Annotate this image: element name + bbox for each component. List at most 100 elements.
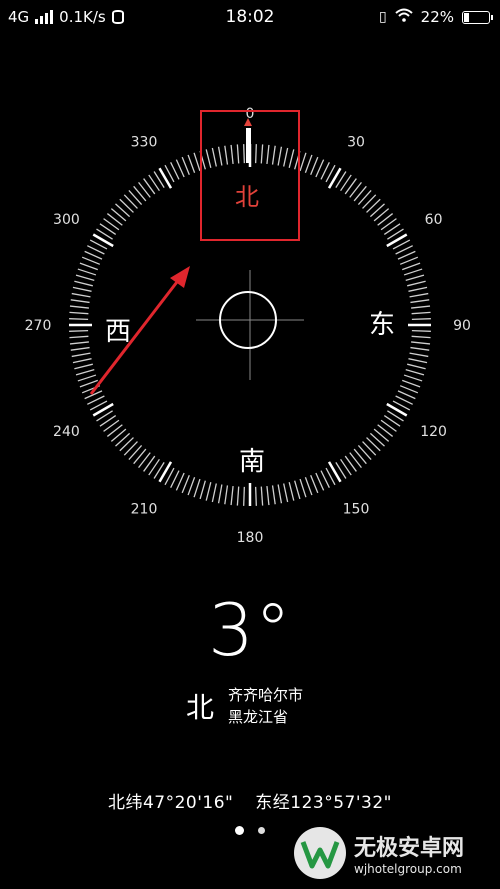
compass-tick xyxy=(399,385,419,394)
compass-tick xyxy=(288,149,295,168)
watermark-url: wjhotelgroup.com xyxy=(354,862,462,876)
compass-tick xyxy=(193,478,201,498)
compass-tick xyxy=(277,484,283,504)
compass-tick xyxy=(410,299,430,304)
compass-tick xyxy=(411,305,431,309)
heading-needle xyxy=(246,128,251,163)
compass-tick xyxy=(243,144,245,164)
compass-tick xyxy=(271,485,276,505)
compass-tick xyxy=(75,369,95,376)
degree-label: 210 xyxy=(131,502,158,518)
compass-tick xyxy=(224,485,229,505)
compass-tick xyxy=(199,480,206,500)
compass-tick xyxy=(411,330,431,332)
compass-tick xyxy=(81,256,101,265)
compass-tick xyxy=(79,262,98,271)
coordinates: 北纬47°20'16" 东经123°57'32" xyxy=(0,788,500,813)
direction-west: 西 xyxy=(105,317,131,347)
compass-tick xyxy=(405,274,425,281)
compass-tick xyxy=(408,286,428,292)
compass-tick xyxy=(181,474,190,494)
compass-tick xyxy=(294,480,301,500)
compass-tick xyxy=(92,233,114,248)
degree-label: 90 xyxy=(453,318,471,334)
level-crosshair-icon xyxy=(196,270,304,380)
compass-tick xyxy=(77,374,97,382)
battery-percent: 22% xyxy=(420,8,454,26)
status-bar: 4G 0.1K/s 18:02 ▯ 22% xyxy=(0,0,500,36)
compass-tick xyxy=(288,482,295,501)
compass-tick xyxy=(397,250,416,260)
compass-tick xyxy=(211,147,217,167)
compass-tick xyxy=(92,402,114,417)
vibrate-icon: ▯ xyxy=(378,9,387,25)
compass-tick xyxy=(158,461,173,483)
compass-tick xyxy=(79,379,98,388)
degree-label: 0 xyxy=(246,106,255,122)
compass-tick xyxy=(397,390,416,400)
degree-label: 150 xyxy=(343,502,370,518)
compass-tick xyxy=(403,374,423,382)
compass-tick xyxy=(315,472,325,491)
degree-label: 30 xyxy=(347,134,365,150)
compass-tick xyxy=(410,346,430,351)
compass-tick xyxy=(283,147,289,167)
compass-tick xyxy=(69,335,89,339)
location-info: 北 齐齐哈尔市 黑龙江省 xyxy=(186,684,303,728)
compass-tick xyxy=(299,478,307,498)
compass-dial[interactable]: 0 30 60 90 120 150 180 210 240 270 300 330 北 东 南 西 xyxy=(0,90,500,560)
compass-tick xyxy=(230,486,234,506)
compass-tick xyxy=(217,146,223,166)
compass-tick xyxy=(411,311,431,315)
compass-tick xyxy=(310,156,319,176)
compass-tick xyxy=(283,483,289,503)
compass-tick xyxy=(236,144,240,164)
compass-tick xyxy=(408,358,428,364)
compass-tick xyxy=(69,330,89,332)
compass-tick xyxy=(402,379,421,388)
compass-tick xyxy=(77,268,97,276)
compass-tick xyxy=(327,461,342,483)
direction-south: 南 xyxy=(239,447,265,477)
compass-tick xyxy=(407,363,426,370)
compass-tick xyxy=(217,484,223,504)
watermark: 无极安卓网 wjhotelgroup.com xyxy=(294,823,494,883)
compass-tick xyxy=(409,352,429,358)
location-province: 黑龙江省 xyxy=(228,708,289,726)
compass-tick xyxy=(299,152,307,172)
compass-tick xyxy=(181,156,190,176)
compass-tick xyxy=(69,318,89,320)
compass-tick xyxy=(187,154,196,173)
compass-tick xyxy=(304,154,313,173)
compass-tick xyxy=(277,146,283,166)
compass-tick xyxy=(310,474,319,494)
compass-tick xyxy=(411,335,431,339)
compass-tick xyxy=(75,274,95,281)
compass-tick xyxy=(72,358,92,364)
compass-tick xyxy=(71,292,91,298)
compass-tick xyxy=(266,486,270,506)
compass-tick xyxy=(260,144,264,164)
compass-tick xyxy=(243,486,245,506)
compass-tick xyxy=(69,341,89,345)
page-dot-1[interactable] xyxy=(235,826,244,835)
compass-tick xyxy=(70,346,90,351)
location-city: 齐齐哈尔市 xyxy=(228,686,304,704)
compass-tick xyxy=(407,280,426,287)
degree-label: 270 xyxy=(25,318,52,334)
page-dot-2[interactable] xyxy=(258,827,265,834)
compass-tick xyxy=(69,311,89,315)
compass-tick xyxy=(236,486,240,506)
compass-tick xyxy=(193,152,201,172)
compass-tick xyxy=(411,318,431,320)
latitude: 北纬47°20'16" xyxy=(107,793,234,813)
compass-tick xyxy=(399,256,419,265)
compass-tick xyxy=(205,482,212,501)
watermark-title: 无极安卓网 xyxy=(354,836,465,861)
wifi-icon xyxy=(394,8,413,26)
degree-label: 300 xyxy=(53,212,80,228)
degree-label: 60 xyxy=(425,212,443,228)
direction-north: 北 xyxy=(235,183,259,211)
battery-icon xyxy=(462,10,493,24)
status-right: ▯ 22% xyxy=(378,8,493,26)
